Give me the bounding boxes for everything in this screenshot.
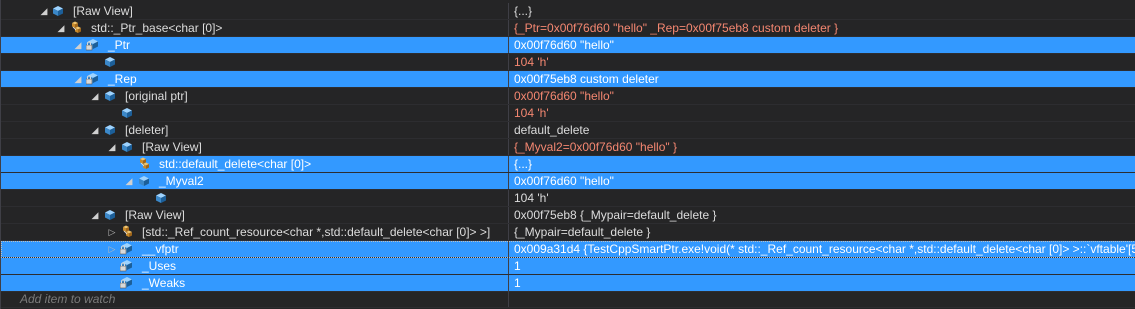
cube-icon xyxy=(120,140,134,154)
watch-window: ◢ [Raw View] {...} ◢ std::_Ptr_base<char [0]… xyxy=(0,0,1135,309)
watch-value[interactable]: default_delete xyxy=(509,123,1135,137)
class-icon xyxy=(69,21,83,35)
watch-name-cell[interactable]: ◢ [original ptr] xyxy=(1,88,509,104)
watch-name-cell[interactable]: ◢ [Raw View] xyxy=(1,3,509,19)
watch-row[interactable]: ◢ _Rep 0x00f75eb8 custom deleter xyxy=(1,71,1135,88)
collapse-arrow-icon[interactable]: ◢ xyxy=(124,176,134,186)
watch-name: std::_Ptr_base<char [0]> xyxy=(91,21,223,35)
cube-icon xyxy=(154,191,168,205)
cube-lock-icon xyxy=(120,259,134,273)
watch-name: _Myval2 xyxy=(159,174,204,188)
cube-icon xyxy=(103,89,117,103)
watch-name: _Rep xyxy=(108,72,137,86)
watch-name: [std::_Ref_count_resource<char *,std::de… xyxy=(142,225,491,239)
watch-value[interactable]: 0x00f76d60 "hello" xyxy=(509,89,1135,103)
cube-lock-icon xyxy=(120,276,134,290)
watch-name: [Raw View] xyxy=(73,4,133,18)
watch-value[interactable]: 104 'h' xyxy=(509,55,1135,69)
cube-icon xyxy=(51,4,65,18)
watch-name-cell[interactable]: _Uses xyxy=(1,258,509,274)
watch-name-cell[interactable]: ▷ __vfptr xyxy=(1,241,509,257)
watch-row[interactable]: ◢ _Ptr 0x00f76d60 "hello" xyxy=(1,37,1135,54)
watch-name-cell[interactable] xyxy=(1,190,509,206)
collapse-arrow-icon[interactable]: ◢ xyxy=(39,6,49,16)
watch-name-cell[interactable]: _Weaks xyxy=(1,275,509,291)
class-icon xyxy=(137,157,151,171)
add-watch-name-cell[interactable]: Add item to watch xyxy=(1,291,509,307)
watch-row[interactable]: ◢ _Myval2 0x00f76d60 "hello" xyxy=(1,173,1135,190)
watch-name-cell[interactable]: ◢ _Myval2 xyxy=(1,173,509,189)
watch-name-cell[interactable]: ◢ [Raw View] xyxy=(1,207,509,223)
watch-name: std::default_delete<char [0]> xyxy=(159,157,312,171)
watch-row[interactable]: ▷ __vfptr 0x009a31d4 {TestCppSmartPtr.exe!… xyxy=(1,241,1135,258)
cube-icon xyxy=(103,208,117,222)
cube-icon xyxy=(137,174,151,188)
watch-value[interactable]: {_Ptr=0x00f76d60 "hello" _Rep=0x00f75eb8… xyxy=(509,21,1135,35)
watch-name-cell[interactable]: ◢ std::_Ptr_base<char [0]> xyxy=(1,20,509,36)
cube-icon xyxy=(103,123,117,137)
add-watch-row[interactable]: Add item to watch xyxy=(1,291,1135,308)
watch-name: [deleter] xyxy=(125,123,169,137)
collapse-arrow-icon[interactable]: ◢ xyxy=(73,74,83,84)
cube-lock-icon xyxy=(86,72,100,86)
watch-value[interactable]: {_Mypair=default_delete } xyxy=(509,225,1135,239)
class-icon xyxy=(120,225,134,239)
watch-name-cell[interactable] xyxy=(1,54,509,70)
watch-name: [Raw View] xyxy=(142,140,202,154)
watch-name-cell[interactable]: ▷ [std::_Ref_count_resource<char *,std::d… xyxy=(1,224,509,240)
watch-row[interactable]: 104 'h' xyxy=(1,54,1135,71)
watch-name: _Uses xyxy=(142,259,177,273)
watch-row[interactable]: 104 'h' xyxy=(1,105,1135,122)
watch-row[interactable]: ◢ [Raw View] {...} xyxy=(1,3,1135,20)
collapse-arrow-icon[interactable]: ◢ xyxy=(56,23,66,33)
watch-value[interactable]: 0x00f75eb8 {_Mypair=default_delete } xyxy=(509,208,1135,222)
watch-name: [original ptr] xyxy=(125,89,188,103)
watch-value[interactable]: 104 'h' xyxy=(509,106,1135,120)
watch-name-cell[interactable]: ◢ _Rep xyxy=(1,71,509,87)
watch-name: __vfptr xyxy=(142,242,179,256)
add-item-placeholder[interactable]: Add item to watch xyxy=(20,292,115,306)
collapse-arrow-icon[interactable]: ◢ xyxy=(90,91,100,101)
watch-name-cell[interactable]: ◢ [deleter] xyxy=(1,122,509,138)
collapse-arrow-icon[interactable]: ◢ xyxy=(90,210,100,220)
watch-name-cell[interactable] xyxy=(1,105,509,121)
collapse-arrow-icon[interactable]: ◢ xyxy=(73,40,83,50)
watch-row[interactable]: 104 'h' xyxy=(1,190,1135,207)
watch-value[interactable]: 0x00f75eb8 custom deleter xyxy=(509,72,1135,86)
collapse-arrow-icon[interactable]: ◢ xyxy=(107,142,117,152)
watch-value[interactable]: 0x009a31d4 {TestCppSmartPtr.exe!void(* s… xyxy=(509,242,1135,256)
watch-name-cell[interactable]: ◢ [Raw View] xyxy=(1,139,509,155)
expand-arrow-icon[interactable]: ▷ xyxy=(107,227,117,237)
watch-name-cell[interactable]: std::default_delete<char [0]> xyxy=(1,156,509,172)
watch-name: _Weaks xyxy=(142,276,186,290)
watch-row[interactable]: ◢ [Raw View] {_Myval2=0x00f76d60 "hello" } xyxy=(1,139,1135,156)
cube-icon xyxy=(103,55,117,69)
watch-value[interactable]: {...} xyxy=(509,157,1135,171)
watch-value[interactable]: 104 'h' xyxy=(509,191,1135,205)
collapse-arrow-icon[interactable]: ◢ xyxy=(90,125,100,135)
watch-row[interactable]: ◢ [original ptr] 0x00f76d60 "hello" xyxy=(1,88,1135,105)
cube-lock-icon xyxy=(120,242,134,256)
cube-lock-icon xyxy=(86,38,100,52)
cube-icon xyxy=(120,106,134,120)
watch-value[interactable]: {_Myval2=0x00f76d60 "hello" } xyxy=(509,140,1135,154)
watch-row[interactable]: std::default_delete<char [0]> {...} xyxy=(1,156,1135,173)
watch-value[interactable]: 1 xyxy=(509,259,1135,273)
watch-row[interactable]: _Weaks 1 xyxy=(1,275,1135,292)
watch-row[interactable]: _Uses 1 xyxy=(1,258,1135,275)
expand-arrow-icon[interactable]: ▷ xyxy=(107,244,117,254)
watch-value[interactable]: {...} xyxy=(509,4,1135,18)
watch-name-cell[interactable]: ◢ _Ptr xyxy=(1,37,509,53)
watch-value[interactable]: 0x00f76d60 "hello" xyxy=(509,38,1135,52)
watch-value[interactable]: 0x00f76d60 "hello" xyxy=(509,174,1135,188)
watch-name: _Ptr xyxy=(108,38,131,52)
watch-row[interactable]: ◢ [deleter] default_delete xyxy=(1,122,1135,139)
watch-row[interactable]: ▷ [std::_Ref_count_resource<char *,std::d… xyxy=(1,224,1135,241)
watch-name: [Raw View] xyxy=(125,208,185,222)
watch-value[interactable]: 1 xyxy=(509,276,1135,290)
watch-row[interactable]: ◢ [Raw View] 0x00f75eb8 {_Mypair=default_d… xyxy=(1,207,1135,224)
watch-row[interactable]: ◢ std::_Ptr_base<char [0]> {_Ptr=0x00f76d6… xyxy=(1,20,1135,37)
